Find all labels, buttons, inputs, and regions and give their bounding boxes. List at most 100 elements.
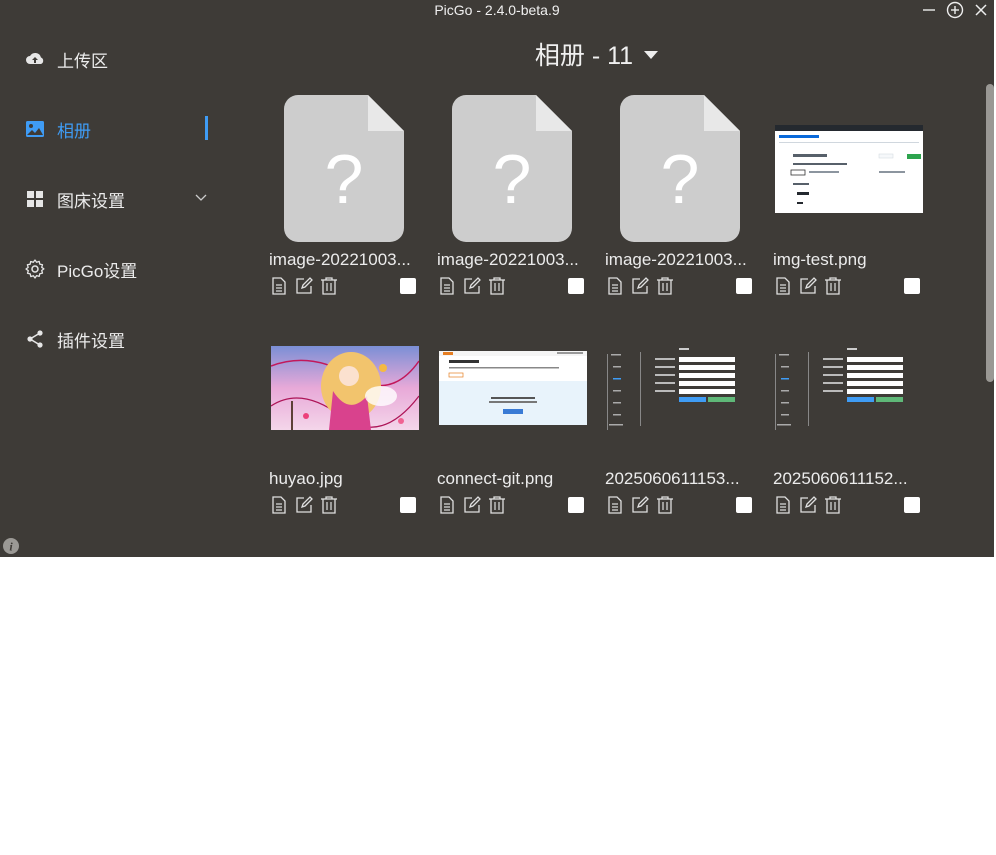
image-thumbnail[interactable]	[605, 314, 757, 462]
sidebar-item-upload[interactable]: 上传区	[24, 41, 214, 77]
image-filename: image-20221003...	[437, 250, 579, 269]
share-icon	[24, 328, 46, 350]
image-thumbnail[interactable]	[773, 314, 925, 462]
gallery-card: ? image-20221003...	[437, 95, 589, 305]
edit-icon[interactable]	[798, 276, 818, 296]
image-thumbnail[interactable]	[773, 95, 925, 243]
select-checkbox[interactable]	[904, 278, 920, 294]
copy-link-icon[interactable]	[605, 276, 625, 296]
sidebar-item-picgo-settings[interactable]: PicGo设置	[24, 251, 214, 287]
edit-icon[interactable]	[630, 495, 650, 515]
select-checkbox[interactable]	[904, 497, 920, 513]
sidebar-item-label: 相册	[57, 121, 91, 141]
settings-screenshot-thumbnail	[775, 346, 923, 430]
gallery-header[interactable]: 相册 - 11	[240, 36, 954, 72]
missing-image-icon: ?	[620, 95, 740, 242]
sidebar-item-label: 图床设置	[57, 191, 125, 211]
select-checkbox[interactable]	[400, 497, 416, 513]
title-bar: PicGo - 2.4.0-beta.9	[0, 0, 994, 22]
copy-link-icon[interactable]	[605, 495, 625, 515]
select-checkbox[interactable]	[568, 278, 584, 294]
gallery-card: connect-git.png	[437, 314, 589, 524]
edit-icon[interactable]	[798, 495, 818, 515]
gallery-card: huyao.jpg	[269, 314, 421, 524]
sidebar-item-gallery[interactable]: 相册	[24, 111, 214, 147]
illustration-thumbnail	[271, 346, 419, 430]
edit-icon[interactable]	[462, 495, 482, 515]
plus-circle-icon	[946, 1, 964, 19]
image-thumbnail[interactable]	[437, 314, 589, 462]
card-actions	[773, 495, 925, 517]
delete-icon[interactable]	[487, 276, 507, 296]
image-thumbnail[interactable]: ?	[437, 95, 589, 243]
delete-icon[interactable]	[487, 495, 507, 515]
image-filename: image-20221003...	[605, 250, 747, 269]
sidebar: 上传区 相册 图床设置 PicGo设置 插件设置	[0, 22, 240, 557]
delete-icon[interactable]	[823, 495, 843, 515]
minimize-button[interactable]	[918, 0, 940, 20]
app-window: PicGo - 2.4.0-beta.9 上传区 相册 图床设置 PicGo设置…	[0, 0, 994, 557]
card-actions	[605, 495, 757, 517]
copy-link-icon[interactable]	[773, 495, 793, 515]
gallery-card: 2025060611153...	[605, 314, 757, 524]
card-actions	[605, 276, 757, 298]
gallery-card: ? image-20221003...	[605, 95, 757, 305]
copy-link-icon[interactable]	[269, 495, 289, 515]
edit-icon[interactable]	[630, 276, 650, 296]
screenshot-thumbnail	[439, 351, 587, 425]
info-icon[interactable]: i	[2, 537, 20, 555]
card-actions	[773, 276, 925, 298]
window-title: PicGo - 2.4.0-beta.9	[434, 2, 560, 18]
select-checkbox[interactable]	[736, 278, 752, 294]
close-icon	[975, 4, 987, 16]
image-icon	[24, 118, 46, 140]
sidebar-item-plugin-settings[interactable]: 插件设置	[24, 321, 214, 357]
settings-screenshot-thumbnail	[607, 346, 755, 430]
card-actions	[437, 276, 589, 298]
copy-link-icon[interactable]	[269, 276, 289, 296]
image-filename: 2025060611152...	[773, 469, 908, 488]
select-checkbox[interactable]	[736, 497, 752, 513]
edit-icon[interactable]	[294, 495, 314, 515]
svg-text:?: ?	[493, 140, 532, 218]
image-filename: connect-git.png	[437, 469, 554, 488]
gallery-card: 2025060611152...	[773, 314, 925, 524]
image-thumbnail[interactable]: ?	[269, 95, 421, 243]
image-filename: huyao.jpg	[269, 469, 343, 488]
delete-icon[interactable]	[319, 495, 339, 515]
gear-icon	[24, 258, 46, 280]
image-filename: img-test.png	[773, 250, 867, 269]
copy-link-icon[interactable]	[437, 495, 457, 515]
sidebar-item-label: 插件设置	[57, 331, 125, 351]
cloud-upload-icon	[24, 48, 46, 70]
active-indicator	[205, 116, 208, 140]
card-actions	[437, 495, 589, 517]
maximize-button[interactable]	[944, 0, 966, 20]
delete-icon[interactable]	[319, 276, 339, 296]
missing-image-icon: ?	[452, 95, 572, 242]
select-checkbox[interactable]	[400, 278, 416, 294]
image-filename: image-20221003...	[269, 250, 411, 269]
copy-link-icon[interactable]	[773, 276, 793, 296]
image-thumbnail[interactable]	[269, 314, 421, 462]
delete-icon[interactable]	[655, 276, 675, 296]
edit-icon[interactable]	[462, 276, 482, 296]
close-button[interactable]	[970, 0, 992, 20]
minimize-icon	[923, 9, 935, 11]
gallery-card: img-test.png	[773, 95, 925, 305]
select-checkbox[interactable]	[568, 497, 584, 513]
sidebar-item-label: PicGo设置	[57, 261, 138, 281]
sidebar-item-pic-bed-settings[interactable]: 图床设置	[24, 181, 214, 217]
edit-icon[interactable]	[294, 276, 314, 296]
svg-text:?: ?	[661, 140, 700, 218]
image-filename: 2025060611153...	[605, 469, 740, 488]
svg-text:?: ?	[325, 140, 364, 218]
delete-icon[interactable]	[823, 276, 843, 296]
delete-icon[interactable]	[655, 495, 675, 515]
missing-image-icon: ?	[284, 95, 404, 242]
gallery-card: ? image-20221003...	[269, 95, 421, 305]
gallery-title: 相册 - 11	[534, 42, 634, 70]
copy-link-icon[interactable]	[437, 276, 457, 296]
scrollbar[interactable]	[986, 84, 994, 382]
image-thumbnail[interactable]: ?	[605, 95, 757, 243]
